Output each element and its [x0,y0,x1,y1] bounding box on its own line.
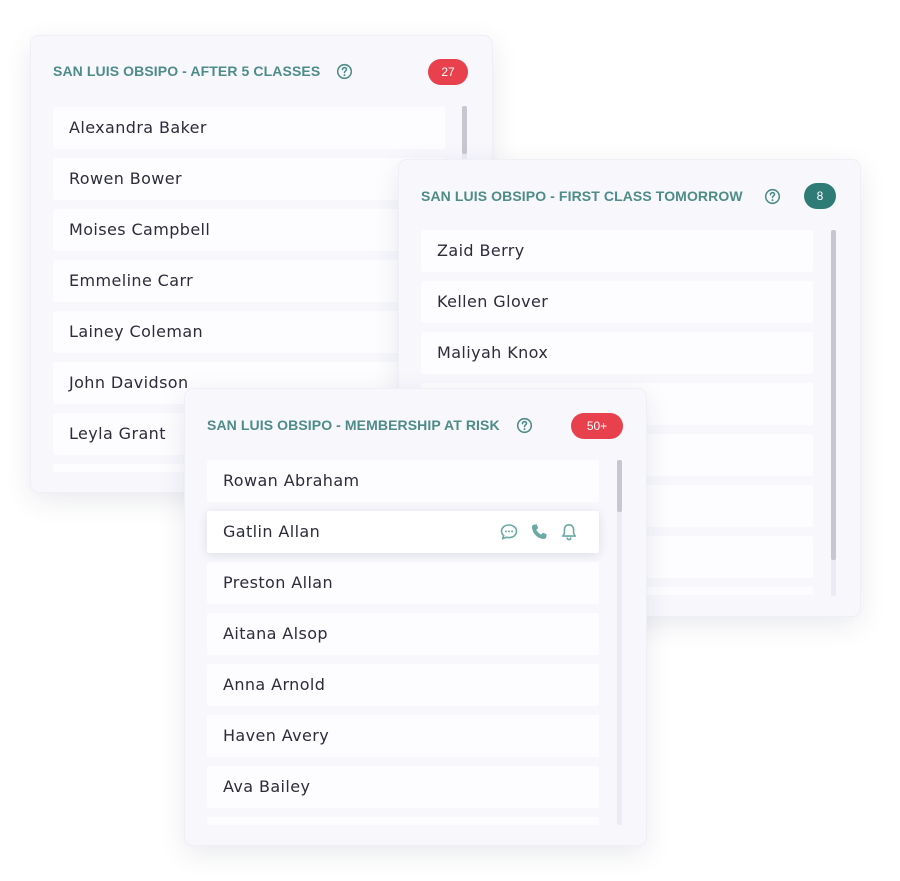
member-name: Rowan Abraham [223,471,360,490]
member-name: Gatlin Allan [223,522,321,541]
member-name: Aitana Alsop [223,624,328,643]
member-name: Lainey Coleman [69,322,204,341]
scrollbar-thumb[interactable] [462,106,467,154]
card-title: SAN LUIS OBSIPO - MEMBERSHIP AT RISK [207,417,500,433]
scrollbar[interactable] [831,230,836,596]
row-actions [499,522,579,542]
bell-icon[interactable] [559,522,579,542]
member-name: Rowen Bower [69,169,183,188]
member-name: Zaid Berry [437,241,525,260]
member-name: Maliyah Knox [437,343,549,362]
list-item[interactable] [207,817,599,825]
list-item[interactable]: Gatlin Allan [207,511,599,553]
member-name: Alexandra Baker [69,118,207,137]
list-item[interactable]: Zaid Berry [421,230,813,272]
membership-at-risk-card: SAN LUIS OBSIPO - MEMBERSHIP AT RISK 50+… [185,389,646,845]
member-name: Preston Allan [223,573,334,592]
member-name: John Davidson [69,373,189,392]
member-name: Ava Bailey [223,777,311,796]
scrollbar-thumb[interactable] [831,230,836,560]
scrollbar[interactable] [617,460,622,825]
list-item[interactable]: Alexandra Baker [53,107,445,149]
member-name: Haven Avery [223,726,330,745]
member-name: Emmeline Carr [69,271,194,290]
member-list: Rowan Abraham Gatlin Allan Preston Allan… [207,460,599,825]
help-icon[interactable] [764,188,781,205]
count-badge: 27 [428,59,468,85]
message-icon[interactable] [499,522,519,542]
member-name: Moises Campbell [69,220,211,239]
card-title: SAN LUIS OBSIPO - AFTER 5 CLASSES [53,63,321,79]
help-icon[interactable] [336,63,353,80]
list-item[interactable]: Moises Campbell [53,209,445,251]
member-name: Leyla Grant [69,424,166,443]
list-item[interactable]: Ava Bailey [207,766,599,808]
member-name: Kellen Glover [437,292,549,311]
list-item[interactable]: Aitana Alsop [207,613,599,655]
count-badge: 50+ [571,413,623,439]
list-item[interactable]: Lainey Coleman [53,311,445,353]
list-item[interactable]: Emmeline Carr [53,260,445,302]
list-item[interactable]: Haven Avery [207,715,599,757]
list-item[interactable]: Preston Allan [207,562,599,604]
card-title: SAN LUIS OBSIPO - FIRST CLASS TOMORROW [421,188,743,204]
help-icon[interactable] [516,417,533,434]
list-item[interactable]: Maliyah Knox [421,332,813,374]
scrollbar-thumb[interactable] [617,460,622,512]
list-item[interactable]: Kellen Glover [421,281,813,323]
phone-icon[interactable] [529,522,549,542]
count-badge: 8 [804,183,836,209]
list-item[interactable]: Rowan Abraham [207,460,599,502]
list-item[interactable]: Anna Arnold [207,664,599,706]
member-name: Anna Arnold [223,675,326,694]
list-item[interactable]: Rowen Bower [53,158,445,200]
